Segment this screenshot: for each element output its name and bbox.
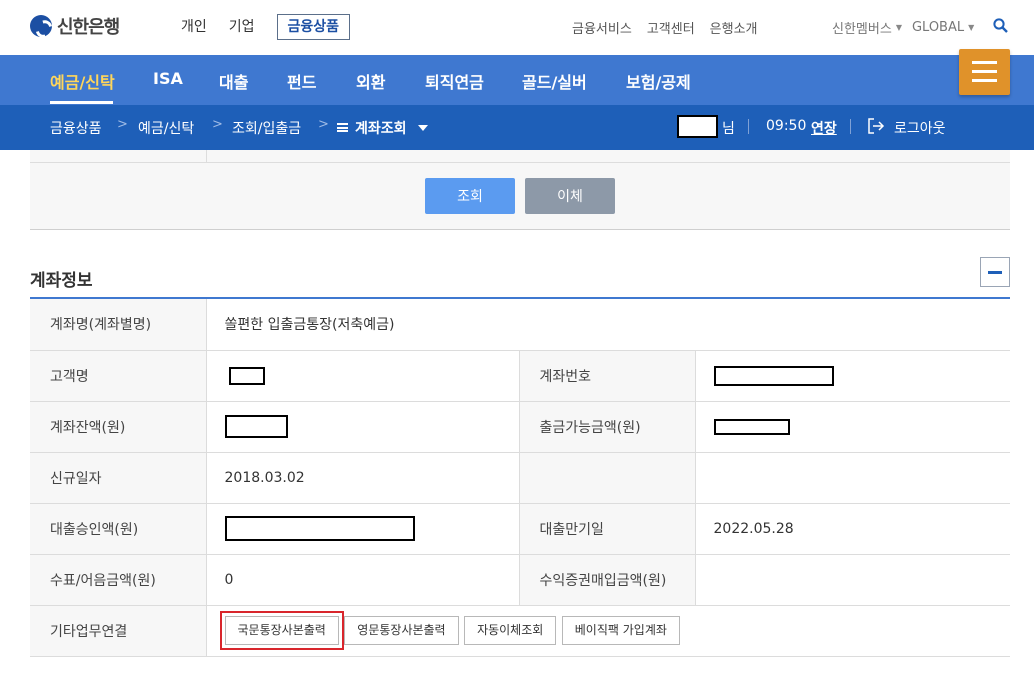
redacted-value: [224, 415, 288, 438]
search-icon[interactable]: [993, 18, 1008, 33]
utility-links: 금융서비스 고객센터 은행소개: [572, 18, 773, 37]
empty-value: [694, 452, 1010, 504]
top-tabs: 개인 기업 금융상품: [181, 14, 351, 40]
shinhan-logo[interactable]: 신한은행: [30, 13, 120, 39]
tab-financial-products[interactable]: 금융상품: [276, 14, 351, 40]
section-title: 계좌정보: [30, 271, 93, 291]
english-passbook-print-button[interactable]: 영문통장사본출력: [344, 616, 459, 645]
chevron-right-icon: >: [318, 117, 329, 132]
korean-passbook-print-button[interactable]: 국문통장사본출력: [219, 611, 344, 650]
redacted-value: [224, 516, 415, 541]
breadcrumb-financial-products[interactable]: 금융상품: [50, 118, 102, 138]
loan-due-value: 2022.05.28: [694, 503, 1010, 555]
session-timer: 09:50: [766, 118, 807, 134]
link-customer-center[interactable]: 고객센터: [647, 18, 695, 37]
loan-approved-value: [205, 503, 519, 555]
customer-name-value: [205, 350, 519, 402]
user-suffix: 님: [722, 121, 735, 137]
securities-label: 수익증권매입금액(원): [518, 554, 695, 606]
basic-pack-account-button[interactable]: 베이직팩 가입계좌: [561, 616, 680, 645]
extend-session-link[interactable]: 연장: [811, 118, 837, 138]
transfer-button[interactable]: 이체: [525, 178, 615, 214]
account-name-label: 계좌명(계좌별명): [30, 299, 206, 351]
balance-value: [205, 401, 519, 453]
chevron-right-icon: >: [117, 117, 128, 132]
table-row: 대출승인액(원) 대출만기일 2022.05.28: [30, 503, 1010, 555]
account-name-value: 쏠편한 입출금통장(저축예금): [205, 299, 1010, 351]
redacted-value: [713, 365, 834, 386]
divider: [30, 162, 1010, 163]
divider: [206, 150, 207, 162]
search-panel: [30, 150, 1010, 230]
other-services-actions: 국문통장사본출력 영문통장사본출력 자동이체조회 베이직팩 가입계좌: [205, 605, 1010, 657]
opened-date-label: 신규일자: [30, 452, 206, 504]
nav-isa[interactable]: ISA: [153, 69, 183, 88]
divider: [850, 119, 851, 134]
link-financial-services[interactable]: 금융서비스: [572, 18, 632, 37]
table-row: 고객명 계좌번호: [30, 350, 1010, 402]
nav-fund[interactable]: 펀드: [287, 69, 316, 93]
breadcrumb-current-page[interactable]: 계좌조회: [355, 118, 407, 138]
redacted-value: [228, 366, 265, 385]
menu-icon: [972, 70, 997, 73]
account-number-label: 계좌번호: [518, 350, 695, 402]
main-nav: 예금/신탁 ISA 대출 펀드 외환 퇴직연금 골드/실버 보험/공제: [0, 55, 1034, 105]
members-dropdown[interactable]: 신한멤버스: [832, 18, 892, 37]
nav-gold-silver[interactable]: 골드/실버: [522, 69, 587, 93]
table-row: 수표/어음금액(원) 0 수익증권매입금액(원): [30, 554, 1010, 606]
tab-personal[interactable]: 개인: [181, 15, 207, 39]
loan-approved-label: 대출승인액(원): [30, 503, 206, 555]
logo-icon: [30, 15, 52, 37]
empty-label: [518, 452, 695, 504]
minus-icon: [988, 271, 1002, 274]
loan-due-label: 대출만기일: [518, 503, 695, 555]
securities-value: [694, 554, 1010, 606]
list-icon: [337, 123, 348, 132]
logout-link[interactable]: 로그아웃: [894, 118, 946, 138]
menu-icon: [972, 79, 997, 82]
chevron-down-icon: ▼: [968, 23, 975, 32]
withdrawable-value: [694, 401, 1010, 453]
auto-transfer-inquiry-button[interactable]: 자동이체조회: [464, 616, 557, 645]
chevron-right-icon: >: [212, 117, 223, 132]
logo-text: 신한은행: [57, 17, 120, 38]
breadcrumb-inquiry[interactable]: 조회/입출금: [232, 118, 301, 138]
customer-name-label: 고객명: [30, 350, 206, 402]
chevron-down-icon[interactable]: [418, 125, 428, 131]
redacted-user-name: [677, 115, 718, 138]
nav-insurance[interactable]: 보험/공제: [626, 69, 691, 93]
table-row: 신규일자 2018.03.02: [30, 452, 1010, 504]
table-row: 계좌명(계좌별명) 쏠편한 입출금통장(저축예금): [30, 299, 1010, 351]
breadcrumb-deposit-trust[interactable]: 예금/신탁: [138, 118, 194, 138]
check-amount-value: 0: [205, 554, 519, 606]
member-global-menu: 신한멤버스 ▼ GLOBAL ▼: [832, 18, 984, 37]
withdrawable-label: 출금가능금액(원): [518, 401, 695, 453]
collapse-button[interactable]: [980, 257, 1010, 287]
nav-pension[interactable]: 퇴직연금: [425, 69, 484, 93]
search-button[interactable]: 조회: [425, 178, 515, 214]
account-number-value: [694, 350, 1010, 402]
global-dropdown[interactable]: GLOBAL: [912, 20, 964, 35]
logout-icon[interactable]: [867, 117, 885, 135]
account-info-table: 계좌명(계좌별명) 쏠편한 입출금통장(저축예금) 고객명 계좌번호 계좌잔액(…: [30, 299, 1010, 657]
redacted-value: [713, 418, 790, 435]
nav-deposit-trust[interactable]: 예금/신탁: [50, 69, 115, 93]
table-row: 계좌잔액(원) 출금가능금액(원): [30, 401, 1010, 453]
active-nav-indicator: [50, 101, 113, 104]
link-bank-intro[interactable]: 은행소개: [710, 18, 758, 37]
tab-business[interactable]: 기업: [229, 15, 255, 39]
other-services-label: 기타업무연결: [30, 605, 206, 657]
nav-loan[interactable]: 대출: [219, 69, 248, 93]
check-amount-label: 수표/어음금액(원): [30, 554, 206, 606]
hamburger-menu-button[interactable]: [959, 49, 1010, 95]
nav-forex[interactable]: 외환: [356, 69, 385, 93]
chevron-down-icon: ▼: [895, 23, 902, 32]
top-bar: 신한은행 개인 기업 금융상품 금융서비스 고객센터 은행소개 신한멤버스 ▼ …: [0, 0, 1034, 55]
menu-icon: [972, 61, 997, 64]
divider: [748, 119, 749, 134]
opened-date-value: 2018.03.02: [205, 452, 519, 504]
table-row: 기타업무연결 국문통장사본출력 영문통장사본출력 자동이체조회 베이직팩 가입계…: [30, 605, 1010, 657]
balance-label: 계좌잔액(원): [30, 401, 206, 453]
